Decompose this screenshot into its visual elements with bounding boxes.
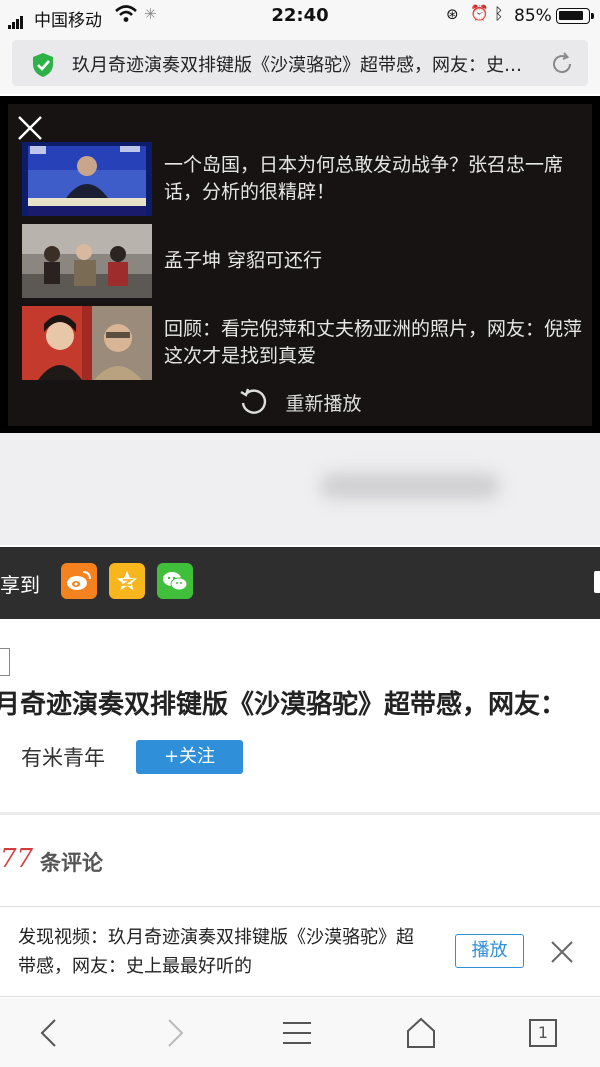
video-thumbnail bbox=[22, 306, 152, 380]
recommended-video-title: 孟子坤 穿貂可还行 bbox=[164, 249, 323, 272]
comment-count[interactable]: 77 bbox=[0, 844, 33, 874]
close-icon[interactable] bbox=[548, 938, 576, 970]
share-label: 享到 bbox=[0, 573, 40, 597]
replay-button[interactable]: 重新播放 bbox=[8, 386, 592, 418]
author-name[interactable]: 有米青年 bbox=[21, 742, 105, 772]
blurred-content bbox=[0, 433, 600, 545]
video-thumbnail bbox=[22, 142, 152, 216]
recommended-video-3[interactable]: 回顾：看完倪萍和丈夫杨亚洲的照片，网友：倪萍这次才是找到真爱 bbox=[22, 306, 582, 380]
divider bbox=[0, 812, 600, 815]
tabs-count: 1 bbox=[537, 1023, 549, 1042]
comment-label[interactable]: 条评论 bbox=[40, 847, 103, 877]
battery-percent: 85% bbox=[514, 6, 552, 26]
url-field[interactable]: 玖月奇迹演奏双排键版《沙漠骆驼》超带感，网友：史上最最好听的 bbox=[12, 40, 588, 86]
replay-label: 重新播放 bbox=[285, 392, 362, 415]
article-title: 月奇迹演奏双排键版《沙漠骆驼》超带感，网友： bbox=[0, 690, 567, 720]
discovery-text: 发现视频：玖月奇迹演奏双排键版《沙漠骆驼》超带感，网友：史上最最好听的 bbox=[18, 927, 414, 977]
share-bar: 享到 bbox=[0, 547, 600, 619]
weibo-icon[interactable] bbox=[61, 563, 97, 599]
recommended-video-title: 回顾：看完倪萍和丈夫杨亚洲的照片，网友：倪萍这次才是找到真爱 bbox=[164, 318, 583, 367]
play-button[interactable]: 播放 bbox=[455, 934, 524, 968]
blurred-smudge bbox=[320, 473, 500, 499]
forward-icon[interactable] bbox=[156, 1016, 190, 1050]
recommended-video-1[interactable]: 一个岛国，日本为何总敢发动战争？张召忠一席话，分析的很精辟！ bbox=[22, 142, 582, 216]
tabs-icon[interactable]: 1 bbox=[526, 1016, 560, 1050]
bluetooth-icon: ᛒ bbox=[494, 4, 504, 23]
reload-icon[interactable] bbox=[548, 50, 576, 82]
bottom-toolbar: 1 bbox=[0, 998, 600, 1067]
home-icon[interactable] bbox=[404, 1016, 438, 1050]
follow-button[interactable]: +关注 bbox=[136, 740, 243, 774]
video-player: 一个岛国，日本为何总敢发动战争？张召忠一席话，分析的很精辟！ 孟子坤 穿貂可还行 bbox=[0, 96, 600, 433]
shield-check-icon bbox=[30, 52, 56, 82]
back-icon[interactable] bbox=[34, 1016, 68, 1050]
rotation-lock-icon: ⊛ bbox=[446, 5, 459, 23]
end-screen: 一个岛国，日本为何总敢发动战争？张召忠一席话，分析的很精辟！ 孟子坤 穿貂可还行 bbox=[8, 104, 592, 426]
battery-icon bbox=[556, 8, 594, 24]
tag-fragment bbox=[0, 648, 10, 676]
wechat-icon[interactable] bbox=[157, 563, 193, 599]
status-time: 22:40 bbox=[271, 5, 329, 26]
page-title: 玖月奇迹演奏双排键版《沙漠骆驼》超带感，网友：史上最最好听的 bbox=[72, 55, 532, 76]
menu-icon[interactable] bbox=[280, 1016, 314, 1050]
recommended-video-2[interactable]: 孟子坤 穿貂可还行 bbox=[22, 224, 582, 298]
status-bar: 中国移动 ✳ 22:40 ⊛ ⏰ ᛒ 85% bbox=[0, 0, 600, 32]
alarm-icon: ⏰ bbox=[470, 4, 489, 22]
replay-icon bbox=[238, 388, 275, 414]
qzone-icon[interactable] bbox=[109, 563, 145, 599]
close-icon[interactable] bbox=[16, 114, 44, 142]
video-discovery-banner[interactable]: 发现视频：玖月奇迹演奏双排键版《沙漠骆驼》超带感，网友：史上最最好听的 播放 bbox=[0, 906, 600, 997]
address-bar: 玖月奇迹演奏双排键版《沙漠骆驼》超带感，网友：史上最最好听的 bbox=[0, 32, 600, 94]
video-thumbnail bbox=[22, 224, 152, 298]
recommended-video-title: 一个岛国，日本为何总敢发动战争？张召忠一席话，分析的很精辟！ bbox=[164, 154, 564, 203]
scroll-edge bbox=[594, 571, 600, 593]
